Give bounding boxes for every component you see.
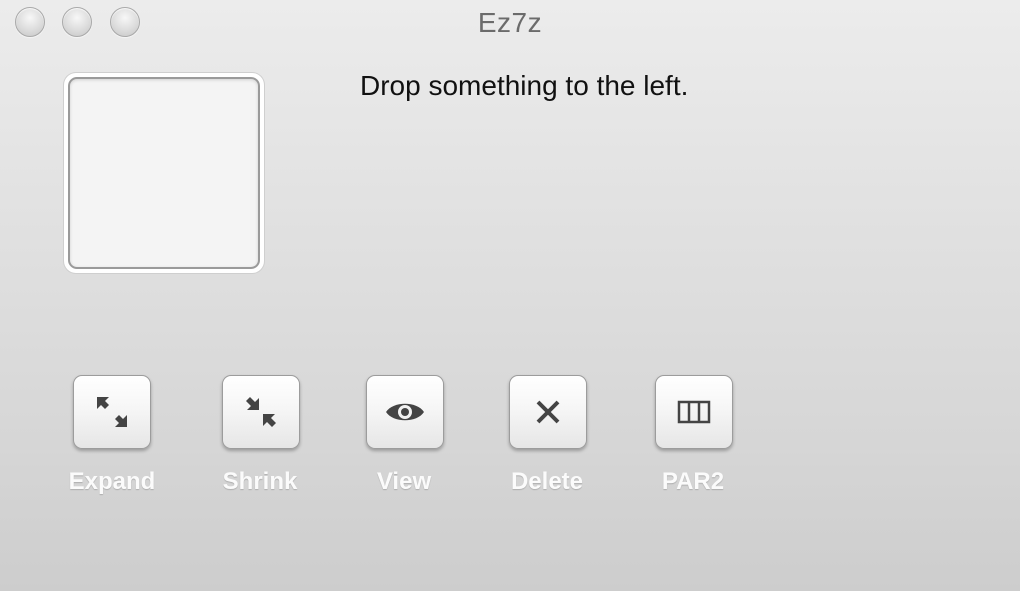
app-window: Ez7z Drop something to the left. Expand — [0, 0, 1020, 591]
shrink-button[interactable] — [222, 375, 300, 449]
par2-button[interactable] — [655, 375, 733, 449]
shrink-label: Shrink — [222, 468, 298, 495]
drop-well[interactable] — [64, 73, 264, 273]
window-title: Ez7z — [477, 7, 543, 38]
delete-label: Delete — [510, 468, 584, 495]
par2-blocks-icon — [677, 399, 711, 425]
expand-label: Expand — [68, 468, 156, 495]
eye-icon — [384, 397, 426, 427]
expand-button[interactable] — [73, 375, 151, 449]
shrink-icon — [243, 394, 279, 430]
expand-icon — [94, 394, 130, 430]
delete-button[interactable] — [509, 375, 587, 449]
delete-x-icon — [533, 397, 563, 427]
drop-well-area[interactable] — [68, 77, 260, 269]
par2-label: PAR2 — [661, 468, 725, 495]
view-label: View — [376, 468, 432, 495]
status-message: Drop something to the left. — [360, 70, 689, 101]
view-button[interactable] — [366, 375, 444, 449]
title-bar[interactable]: Ez7z — [0, 0, 1020, 50]
